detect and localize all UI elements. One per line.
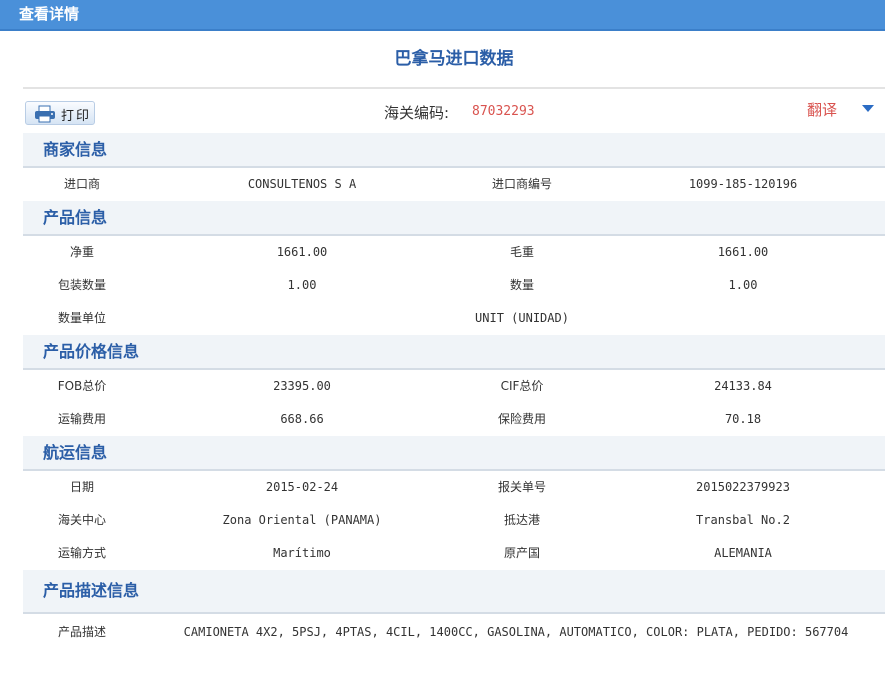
net-weight-value: 1661.00 xyxy=(276,245,328,259)
packages-value: 1.00 xyxy=(287,278,317,292)
toolbar: 打印 海关编码: 87032293 翻译 xyxy=(23,89,885,133)
gross-weight-value: 1661.00 xyxy=(717,245,769,259)
product-row-quantity: 包装数量 1.00 数量 1.00 xyxy=(23,269,885,302)
insurance-label: 保险费用 xyxy=(497,412,547,426)
printer-icon xyxy=(35,105,55,123)
translate-link[interactable]: 翻译 xyxy=(807,99,837,120)
description-row: 产品描述 CAMIONETA 4X2, 5PSJ, 4PTAS, 4CIL, 1… xyxy=(23,614,885,650)
port-value: Transbal No.2 xyxy=(696,513,790,527)
date-value: 2015-02-24 xyxy=(265,480,339,494)
merchant-row-importer: 进口商 CONSULTENOS S A 进口商编号 1099-185-12019… xyxy=(23,168,885,201)
window-title-bar: 查看详情 xyxy=(0,0,885,31)
fob-label: FOB总价 xyxy=(57,379,107,393)
importer-value: CONSULTENOS S A xyxy=(247,177,357,191)
port-label: 抵达港 xyxy=(503,513,541,527)
description-label: 产品描述 xyxy=(57,625,107,639)
customs-center-value: Zona Oriental (PANAMA) xyxy=(222,513,382,527)
importer-label: 进口商 xyxy=(63,177,101,191)
shipping-row-date: 日期 2015-02-24 报关单号 2015022379923 xyxy=(23,471,885,504)
print-button[interactable]: 打印 xyxy=(25,101,95,125)
price-row-total: FOB总价 23395.00 CIF总价 24133.84 xyxy=(23,370,885,403)
product-row-unit: 数量单位 UNIT (UNIDAD) xyxy=(23,302,885,335)
description-value: CAMIONETA 4X2, 5PSJ, 4PTAS, 4CIL, 1400CC… xyxy=(183,625,849,639)
fob-value: 23395.00 xyxy=(273,379,331,393)
transport-label: 运输方式 xyxy=(57,546,107,560)
page-title: 巴拿马进口数据 xyxy=(23,31,885,89)
freight-label: 运输费用 xyxy=(57,412,107,426)
shipping-row-transport: 运输方式 Marítimo 原产国 ALEMANIA xyxy=(23,537,885,570)
freight-value: 668.66 xyxy=(280,412,324,426)
quantity-value: 1.00 xyxy=(728,278,758,292)
product-row-weight: 净重 1661.00 毛重 1661.00 xyxy=(23,236,885,269)
customs-center-label: 海关中心 xyxy=(57,513,107,527)
customs-code-label: 海关编码: xyxy=(384,104,450,122)
insurance-value: 70.18 xyxy=(724,412,762,426)
unit-value: UNIT (UNIDAD) xyxy=(475,311,569,325)
cif-label: CIF总价 xyxy=(500,379,544,393)
detail-panel: 巴拿马进口数据 打印 海关编码: 87032293 翻译 商家信息 进口商 CO… xyxy=(23,31,885,650)
price-row-fees: 运输费用 668.66 保险费用 70.18 xyxy=(23,403,885,436)
origin-label: 原产国 xyxy=(503,546,541,560)
unit-label: 数量单位 xyxy=(57,311,107,325)
section-merchant-heading: 商家信息 xyxy=(23,133,885,168)
transport-value: Marítimo xyxy=(273,546,331,560)
importer-no-label: 进口商编号 xyxy=(491,177,553,191)
declaration-value: 2015022379923 xyxy=(696,480,790,494)
quantity-label: 数量 xyxy=(509,278,535,292)
window-title: 查看详情 xyxy=(19,5,80,23)
section-price-heading: 产品价格信息 xyxy=(23,335,885,370)
net-weight-label: 净重 xyxy=(69,245,95,259)
declaration-label: 报关单号 xyxy=(497,480,547,494)
print-button-label: 打印 xyxy=(61,109,92,124)
importer-no-value: 1099-185-120196 xyxy=(688,177,798,191)
translate-dropdown-icon[interactable] xyxy=(862,105,874,113)
gross-weight-label: 毛重 xyxy=(509,245,535,259)
packages-label: 包装数量 xyxy=(57,278,107,292)
section-shipping-heading: 航运信息 xyxy=(23,436,885,471)
date-label: 日期 xyxy=(69,480,95,494)
cif-value: 24133.84 xyxy=(714,379,772,393)
shipping-row-customs: 海关中心 Zona Oriental (PANAMA) 抵达港 Transbal… xyxy=(23,504,885,537)
origin-value: ALEMANIA xyxy=(714,546,772,560)
customs-code-value: 87032293 xyxy=(472,104,535,119)
section-product-heading: 产品信息 xyxy=(23,201,885,236)
section-description-heading: 产品描述信息 xyxy=(23,570,885,614)
